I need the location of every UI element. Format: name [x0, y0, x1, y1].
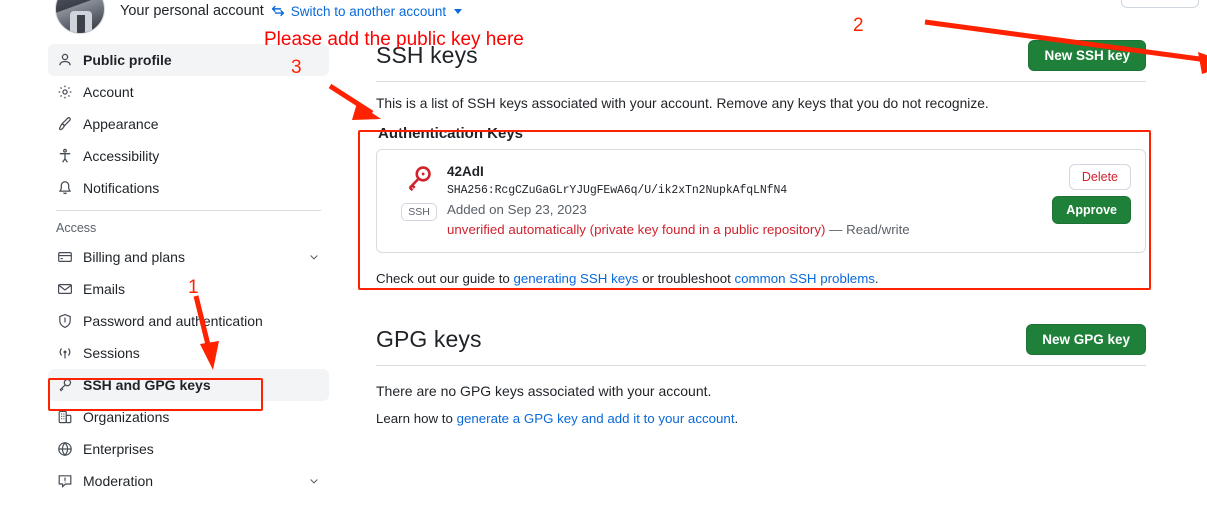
chevron-down-icon[interactable]	[307, 475, 321, 487]
ssh-gpg-keys-settings-page: Your personal account Switch to another …	[0, 0, 1207, 509]
gpg-keys-section: GPG keys New GPG key There are no GPG ke…	[376, 324, 1146, 426]
generate-gpg-key-link[interactable]: generate a GPG key and add it to your ac…	[457, 411, 735, 426]
gpg-keys-header: GPG keys New GPG key	[376, 324, 1146, 355]
personal-account-label: Your personal account	[120, 3, 264, 19]
accessibility-icon	[56, 148, 73, 165]
sidebar-item-emails[interactable]: Emails	[48, 273, 329, 305]
top-right-partial-card[interactable]: 🔶	[1121, 0, 1199, 8]
key-icon	[404, 164, 434, 199]
ssh-key-added-date: Added on Sep 23, 2023	[447, 202, 587, 217]
sidebar-item-label: Appearance	[83, 116, 159, 132]
avatar[interactable]	[55, 0, 105, 34]
broadcast-icon	[56, 345, 73, 362]
sidebar-item-public-profile[interactable]: Public profile	[48, 44, 329, 76]
switch-account-link[interactable]: Switch to another account	[291, 4, 446, 19]
report-icon	[56, 473, 73, 490]
title-divider	[376, 81, 1146, 82]
globe-icon	[56, 441, 73, 458]
authentication-keys-title: Authentication Keys	[378, 125, 524, 142]
guide-suffix: .	[874, 271, 879, 286]
gpg-section-title: GPG keys	[376, 326, 482, 352]
sidebar-item-label: Sessions	[83, 345, 140, 361]
sidebar-item-label: Notifications	[83, 180, 160, 196]
shield-icon	[56, 313, 73, 330]
gpg-learn-text: Learn how to generate a GPG key and add …	[376, 411, 1146, 426]
sidebar-item-notifications[interactable]: Notifications	[48, 172, 329, 204]
organization-icon	[56, 409, 73, 426]
guide-prefix: Check out our guide to	[376, 271, 514, 286]
sidebar-item-label: SSH and GPG keys	[83, 377, 211, 393]
gpg-empty-message: There are no GPG keys associated with yo…	[376, 383, 712, 399]
ssh-key-details: 42AdI SHA256:RcgCZuGaGLrYJUgFEwA6q/U/ik2…	[447, 162, 1042, 240]
common-ssh-problems-link[interactable]: common SSH problems	[735, 271, 875, 286]
sidebar-item-ssh-and-gpg-keys[interactable]: SSH and GPG keys	[48, 369, 329, 401]
annotation-arrow-to-description	[328, 83, 381, 120]
switch-arrows-icon	[270, 3, 285, 20]
sidebar-item-label: Emails	[83, 281, 126, 297]
sidebar-item-organizations[interactable]: Organizations	[48, 401, 329, 433]
sidebar-item-accessibility[interactable]: Accessibility	[48, 140, 329, 172]
account-switcher: Your personal account Switch to another …	[120, 0, 463, 22]
approve-button[interactable]: Approve	[1052, 196, 1131, 224]
gpg-title-divider	[376, 365, 1146, 366]
person-icon	[56, 52, 73, 69]
generating-ssh-keys-link[interactable]: generating SSH keys	[514, 271, 639, 286]
ssh-keys-header: SSH keys New SSH key	[376, 40, 1146, 71]
page-title: SSH keys	[376, 42, 478, 68]
ssh-key-status: unverified automatically (private key fo…	[447, 220, 1042, 240]
sidebar-item-password-and-authentication[interactable]: Password and authentication	[48, 305, 329, 337]
ssh-key-row: SSH 42AdI SHA256:RcgCZuGaGLrYJUgFEwA6q/U…	[376, 149, 1146, 253]
status-badge: unverified automatically (private key fo…	[447, 222, 826, 237]
sidebar-item-label: Billing and plans	[83, 249, 185, 265]
key-icon-column: SSH	[391, 162, 447, 221]
sidebar-item-appearance[interactable]: Appearance	[48, 108, 329, 140]
sidebar-item-account[interactable]: Account	[48, 76, 329, 108]
sidebar-item-sessions[interactable]: Sessions	[48, 337, 329, 369]
sidebar-item-label: Public profile	[83, 52, 172, 68]
ssh-key-fingerprint: SHA256:RcgCZuGaGLrYJUgFEwA6q/U/ik2xTn2Nu…	[447, 184, 788, 197]
ssh-key-actions: Delete Approve	[1042, 162, 1131, 224]
credit-card-icon	[56, 249, 73, 266]
sidebar-item-label: Enterprises	[83, 441, 154, 457]
sidebar-item-label: Password and authentication	[83, 313, 263, 329]
chevron-down-icon[interactable]	[454, 8, 463, 14]
sidebar-item-label: Accessibility	[83, 148, 160, 164]
authentication-keys-section: Authentication Keys SSH 42AdI SHA256:Rcg…	[376, 125, 1146, 253]
new-ssh-key-button[interactable]: New SSH key	[1028, 40, 1146, 71]
sidebar-item-enterprises[interactable]: Enterprises	[48, 433, 329, 465]
learn-prefix: Learn how to	[376, 411, 457, 426]
learn-suffix: .	[734, 411, 739, 426]
sidebar-item-moderation[interactable]: Moderation	[48, 465, 329, 497]
bell-icon	[56, 180, 73, 197]
main-content: SSH keys New SSH key This is a list of S…	[376, 40, 1146, 426]
chevron-down-icon[interactable]	[307, 251, 321, 263]
gear-icon	[56, 84, 73, 101]
account-bar: Your personal account Switch to another …	[0, 0, 1207, 34]
ssh-keys-description: This is a list of SSH keys associated wi…	[376, 96, 989, 111]
ssh-key-name: 42AdI	[447, 164, 484, 179]
sidebar-item-billing-and-plans[interactable]: Billing and plans	[48, 241, 329, 273]
key-icon	[56, 377, 73, 394]
ssh-guide-text: Check out our guide to generating SSH ke…	[376, 271, 1146, 286]
guide-middle: or troubleshoot	[638, 271, 735, 286]
sidebar-item-label: Account	[83, 84, 134, 100]
settings-sidebar: Public profile Account Appearance Access…	[48, 44, 329, 497]
paintbrush-icon	[56, 116, 73, 133]
mail-icon	[56, 281, 73, 298]
delete-button[interactable]: Delete	[1068, 164, 1131, 190]
sidebar-item-label: Moderation	[83, 473, 154, 489]
ssh-badge: SSH	[401, 203, 437, 221]
ssh-key-access-level: — Read/write	[829, 222, 910, 237]
sidebar-item-label: Organizations	[83, 409, 170, 425]
sidebar-divider	[56, 210, 321, 211]
new-gpg-key-button[interactable]: New GPG key	[1026, 324, 1146, 355]
sidebar-section-access: Access	[56, 221, 97, 235]
